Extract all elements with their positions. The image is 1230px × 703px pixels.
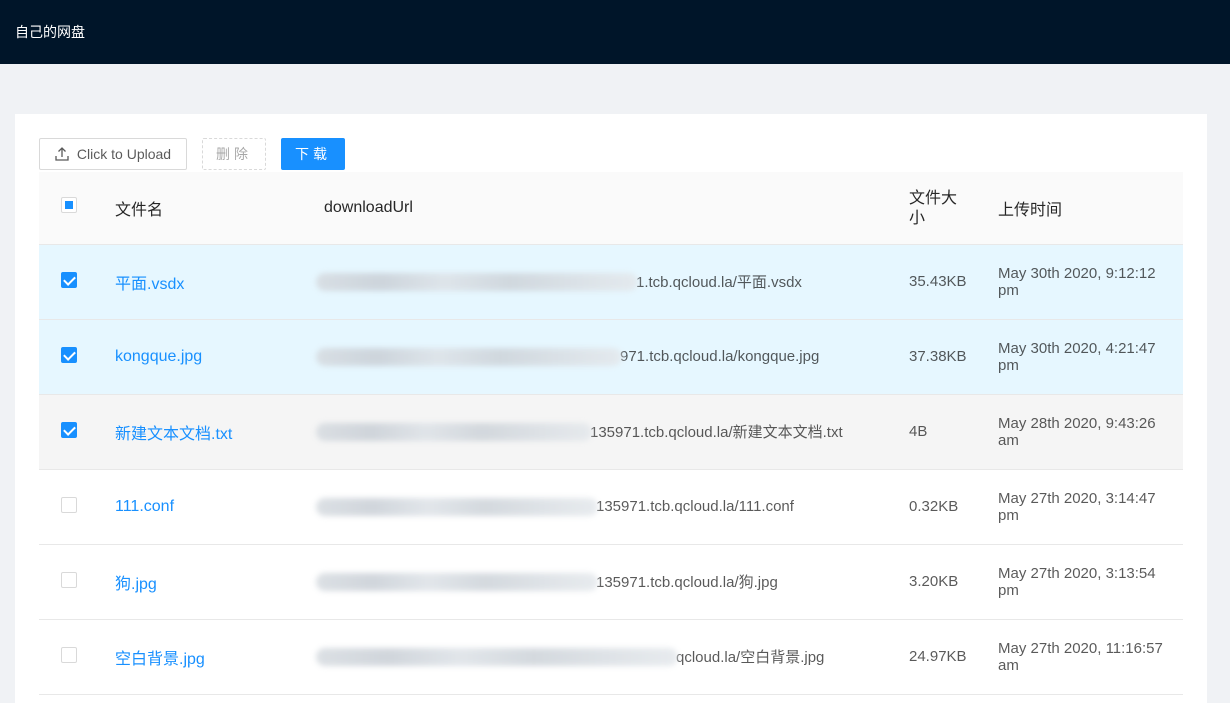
upload-time: May 27th 2020, 3:13:54 pm xyxy=(990,544,1183,620)
redacted-url-blur xyxy=(316,497,598,516)
redacted-url-blur xyxy=(316,422,592,441)
file-name-link[interactable]: kongque.jpg xyxy=(115,348,202,365)
row-checkbox[interactable] xyxy=(61,646,77,663)
row-checkbox[interactable] xyxy=(61,571,77,588)
header-name[interactable]: 文件名 xyxy=(107,172,316,245)
file-size: 37.38KB xyxy=(901,319,990,395)
header-checkbox-cell xyxy=(39,172,107,245)
download-button[interactable]: 下载 xyxy=(281,138,345,170)
file-size: 4B xyxy=(901,394,990,470)
upload-button[interactable]: Click to Upload xyxy=(39,138,187,170)
header-url[interactable]: downloadUrl xyxy=(316,172,901,245)
file-size: 0.32KB xyxy=(901,469,990,545)
file-name-link[interactable]: 111.conf xyxy=(115,498,174,515)
toolbar: Click to Upload 删除 下载 xyxy=(39,138,345,170)
download-url: 135971.tcb.qcloud.la/新建文本文档.txt xyxy=(590,424,843,441)
row-checkbox[interactable] xyxy=(61,421,77,438)
upload-label: Click to Upload xyxy=(76,146,172,162)
delete-button[interactable]: 删除 xyxy=(202,138,266,170)
table-header-row: 文件名 downloadUrl 文件大小 上传时间 xyxy=(39,172,1183,245)
file-size: 3.20KB xyxy=(901,544,990,620)
file-name-link[interactable]: 空白背景.jpg xyxy=(115,651,205,668)
upload-time: May 27th 2020, 3:14:47 pm xyxy=(990,469,1183,545)
row-checkbox[interactable] xyxy=(61,346,77,363)
table-row[interactable]: 新建文本文档.txt 135971.tcb.qcloud.la/新建文本文档.t… xyxy=(39,394,1183,470)
main-content: Click to Upload 删除 下载 文件名 downloadUrl 文件… xyxy=(15,114,1207,703)
download-url: 971.tcb.qcloud.la/kongque.jpg xyxy=(620,348,820,366)
table-row[interactable]: kongque.jpg 971.tcb.qcloud.la/kongque.jp… xyxy=(39,319,1183,395)
row-checkbox[interactable] xyxy=(61,496,77,513)
upload-time: May 27th 2020, 11:16:57 am xyxy=(990,619,1183,695)
table-row[interactable]: 平面.vsdx 1.tcb.qcloud.la/平面.vsdx 35.43KB … xyxy=(39,244,1183,320)
app-title: 自己的网盘 xyxy=(15,25,85,41)
upload-time: May 28th 2020, 9:43:26 am xyxy=(990,394,1183,470)
file-name-link[interactable]: 狗.jpg xyxy=(115,576,157,593)
header-size[interactable]: 文件大小 xyxy=(901,172,990,245)
app-header: 自己的网盘 xyxy=(0,0,1230,64)
redacted-url-blur xyxy=(316,647,678,666)
redacted-url-blur xyxy=(316,347,622,366)
file-size: 35.43KB xyxy=(901,244,990,320)
upload-icon xyxy=(55,147,69,161)
table-row[interactable]: 111.conf 135971.tcb.qcloud.la/111.conf 0… xyxy=(39,469,1183,545)
row-checkbox[interactable] xyxy=(61,271,77,288)
upload-time: May 30th 2020, 4:21:47 pm xyxy=(990,319,1183,395)
redacted-url-blur xyxy=(316,272,638,291)
file-name-link[interactable]: 新建文本文档.txt xyxy=(115,426,232,443)
table-row[interactable]: 空白背景.jpg qcloud.la/空白背景.jpg 24.97KB May … xyxy=(39,619,1183,695)
upload-time: May 30th 2020, 9:12:12 pm xyxy=(990,244,1183,320)
redacted-url-blur xyxy=(316,572,598,591)
download-url: qcloud.la/空白背景.jpg xyxy=(676,649,825,666)
select-all-checkbox[interactable] xyxy=(61,197,77,214)
download-url: 135971.tcb.qcloud.la/111.conf xyxy=(596,498,794,516)
table-row[interactable]: 狗.jpg 135971.tcb.qcloud.la/狗.jpg 3.20KB … xyxy=(39,544,1183,620)
file-size: 24.97KB xyxy=(901,619,990,695)
file-name-link[interactable]: 平面.vsdx xyxy=(115,276,184,293)
download-url: 135971.tcb.qcloud.la/狗.jpg xyxy=(596,574,778,591)
header-time[interactable]: 上传时间 xyxy=(990,172,1183,245)
download-url: 1.tcb.qcloud.la/平面.vsdx xyxy=(636,274,802,291)
file-table: 文件名 downloadUrl 文件大小 上传时间 平面.vsdx 1.tcb.… xyxy=(39,172,1183,695)
